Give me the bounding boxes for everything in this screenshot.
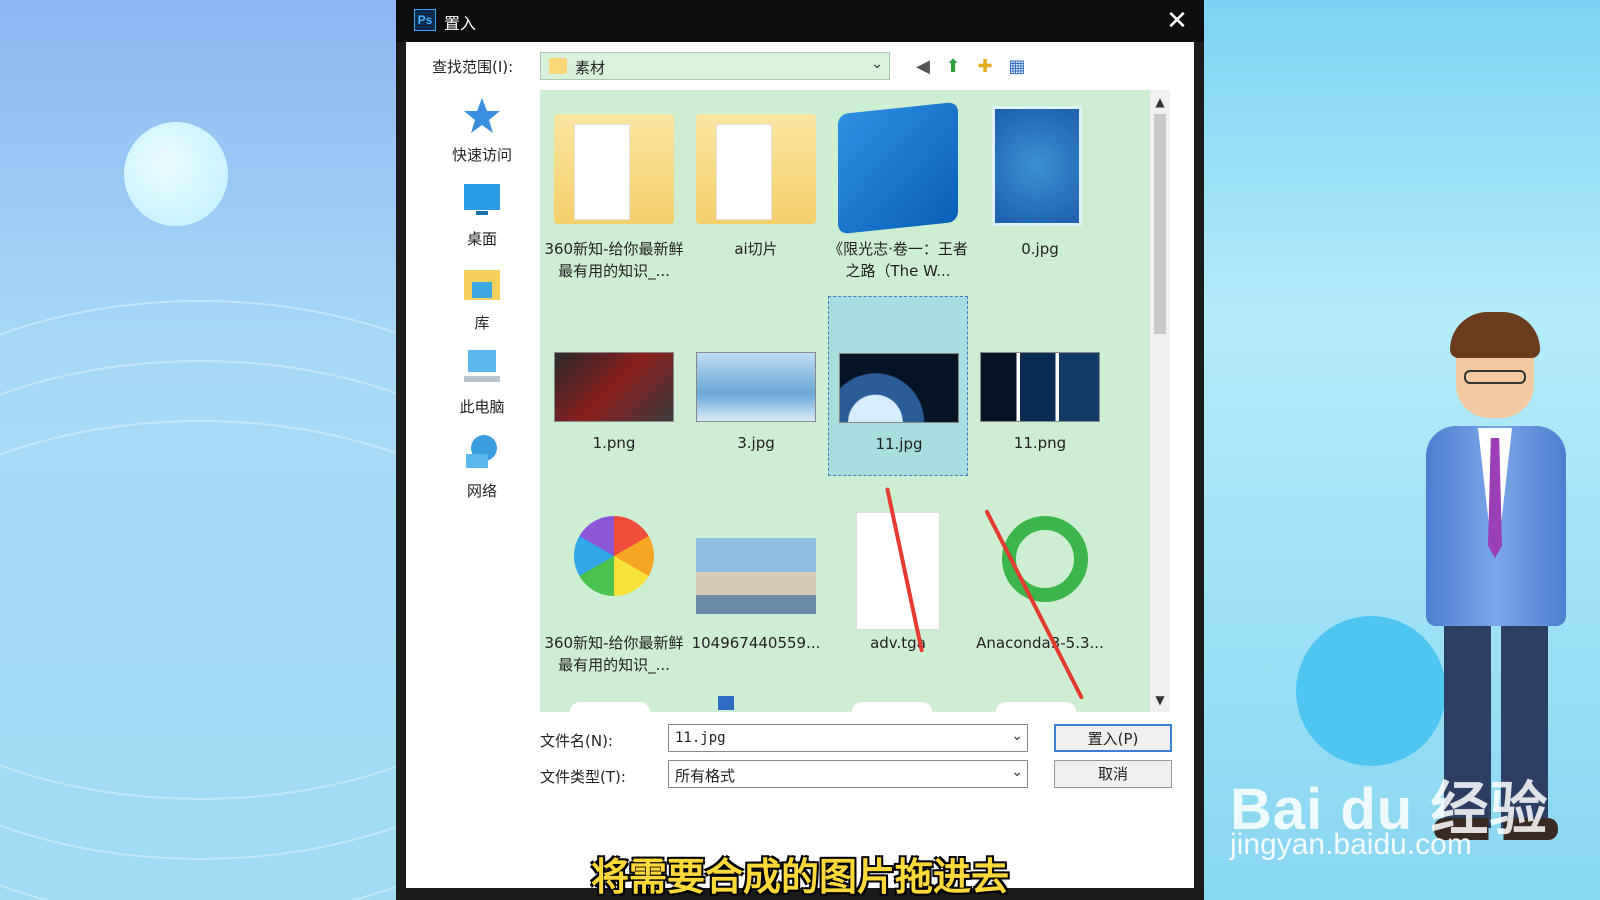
file-item-0jpg[interactable]: 0.jpg [970, 96, 1110, 276]
dialog-body: 查找范围(I): 素材 ⌄ ◀ ⬆ ✚ ▦ 快速访问 桌面 库 此电脑 网络 3… [406, 42, 1194, 888]
book-icon [838, 101, 958, 235]
file-name: adv.tga [870, 634, 926, 652]
view-menu-icon[interactable]: ▦ [1004, 54, 1030, 80]
place-label: 网络 [466, 482, 497, 500]
filetype-value: 所有格式 [675, 767, 736, 785]
place-library[interactable]: 库 [432, 262, 532, 342]
file-item-11jpg-selected[interactable]: 11.jpg [828, 296, 968, 476]
image-thumbnail [839, 353, 959, 423]
place-this-pc[interactable]: 此电脑 [432, 346, 532, 426]
file-item-partial [570, 702, 650, 712]
network-icon [462, 432, 502, 472]
baidu-watermark-url: jingyan.baidu.com [1230, 828, 1472, 861]
file-name: 360新知-给你最新鲜最有用的知识_... [544, 240, 684, 280]
chevron-down-icon[interactable]: ⌄ [1011, 764, 1023, 780]
library-icon [462, 264, 502, 304]
vertical-scrollbar[interactable]: ▲ ▼ [1150, 90, 1170, 712]
avatar-glasses [1464, 370, 1526, 384]
cancel-button[interactable]: 取消 [1054, 760, 1172, 788]
file-item-11png[interactable]: 11.png [970, 296, 1110, 476]
back-arrow-icon[interactable]: ◀ [910, 54, 936, 80]
filename-input[interactable] [669, 725, 999, 751]
avatar-hair [1450, 312, 1540, 358]
look-in-value: 素材 [575, 59, 606, 77]
place-label: 桌面 [466, 230, 497, 248]
dialog-titlebar: Ps 置入 ✕ [396, 0, 1204, 42]
pinwheel-app-icon [574, 516, 654, 596]
folder-icon [549, 58, 567, 74]
folder-icon [696, 114, 816, 224]
filetype-dropdown[interactable]: 所有格式 ⌄ [668, 760, 1028, 788]
file-item-folder-ai[interactable]: ai切片 [686, 96, 826, 276]
close-button[interactable]: ✕ [1162, 6, 1192, 36]
file-item-partial [852, 702, 932, 712]
image-thumbnail [696, 538, 816, 614]
place-network[interactable]: 网络 [432, 430, 532, 510]
image-thumbnail [554, 352, 674, 422]
places-bar: 快速访问 桌面 库 此电脑 网络 [432, 94, 532, 534]
dialog-title: 置入 [444, 14, 477, 33]
star-icon [462, 96, 502, 136]
scrollbar-thumb[interactable] [1154, 114, 1166, 334]
file-list-view: 360新知-给你最新鲜最有用的知识_... ai切片 《限光志·卷一：王者之路（… [540, 90, 1150, 712]
place-label: 库 [474, 314, 490, 332]
file-name: 11.png [1013, 434, 1067, 452]
file-item-folder-360[interactable]: 360新知-给你最新鲜最有用的知识_... [544, 96, 684, 280]
place-dialog: Ps 置入 ✕ 查找范围(I): 素材 ⌄ ◀ ⬆ ✚ ▦ 快速访问 桌面 库 [396, 0, 1204, 900]
image-thumbnail [992, 106, 1082, 226]
chevron-down-icon[interactable]: ⌄ [1011, 728, 1023, 744]
file-name: 1.png [592, 434, 636, 452]
file-name: 《限光志·卷一：王者之路（The W... [828, 240, 968, 280]
file-item-360-app[interactable]: 360新知-给你最新鲜最有用的知识_... [544, 494, 684, 674]
video-subtitle: 将需要合成的图片拖进去 [590, 855, 1009, 899]
chevron-down-icon[interactable]: ⌄ [871, 56, 883, 72]
file-item-104967440559[interactable]: 104967440559... [686, 494, 826, 674]
file-name: 360新知-给你最新鲜最有用的知识_... [544, 634, 684, 674]
background-left [0, 0, 400, 900]
file-item-1png[interactable]: 1.png [544, 296, 684, 476]
up-folder-icon[interactable]: ⬆ [940, 54, 966, 80]
desktop-icon [462, 180, 502, 220]
computer-icon [462, 348, 502, 388]
place-label: 快速访问 [451, 146, 512, 164]
file-name: ai切片 [734, 240, 778, 258]
image-thumbnail [696, 352, 816, 422]
image-thumbnail [980, 352, 1100, 422]
file-item-advtga[interactable]: adv.tga [828, 494, 968, 674]
new-folder-icon[interactable]: ✚ [972, 54, 998, 80]
file-name: 3.jpg [737, 434, 775, 452]
look-in-label: 查找范围(I): [432, 58, 514, 76]
scroll-down-icon[interactable]: ▼ [1150, 690, 1170, 710]
anaconda-ring-icon [1002, 516, 1088, 602]
file-item-partial [996, 702, 1076, 712]
file-name: 11.jpg [875, 435, 923, 453]
filetype-label: 文件类型(T): [540, 768, 626, 786]
file-name: 0.jpg [1021, 240, 1059, 258]
place-button[interactable]: 置入(P) [1054, 724, 1172, 752]
look-in-dropdown[interactable]: 素材 ⌄ [540, 52, 890, 80]
background-wave [0, 420, 400, 900]
file-name: Anaconda3-5.3... [976, 634, 1104, 652]
background-circle [124, 122, 228, 226]
place-quick-access[interactable]: 快速访问 [432, 94, 532, 174]
file-item-partial [718, 696, 734, 710]
place-label: 此电脑 [459, 398, 505, 416]
file-item-book[interactable]: 《限光志·卷一：王者之路（The W... [828, 96, 968, 280]
place-desktop[interactable]: 桌面 [432, 178, 532, 258]
filename-label: 文件名(N): [540, 732, 613, 750]
filename-combo[interactable]: ⌄ [668, 724, 1028, 752]
file-item-3jpg[interactable]: 3.jpg [686, 296, 826, 476]
file-name: 104967440559... [691, 634, 821, 652]
scroll-up-icon[interactable]: ▲ [1150, 92, 1170, 112]
photoshop-app-icon: Ps [414, 9, 436, 31]
folder-icon [554, 114, 674, 224]
